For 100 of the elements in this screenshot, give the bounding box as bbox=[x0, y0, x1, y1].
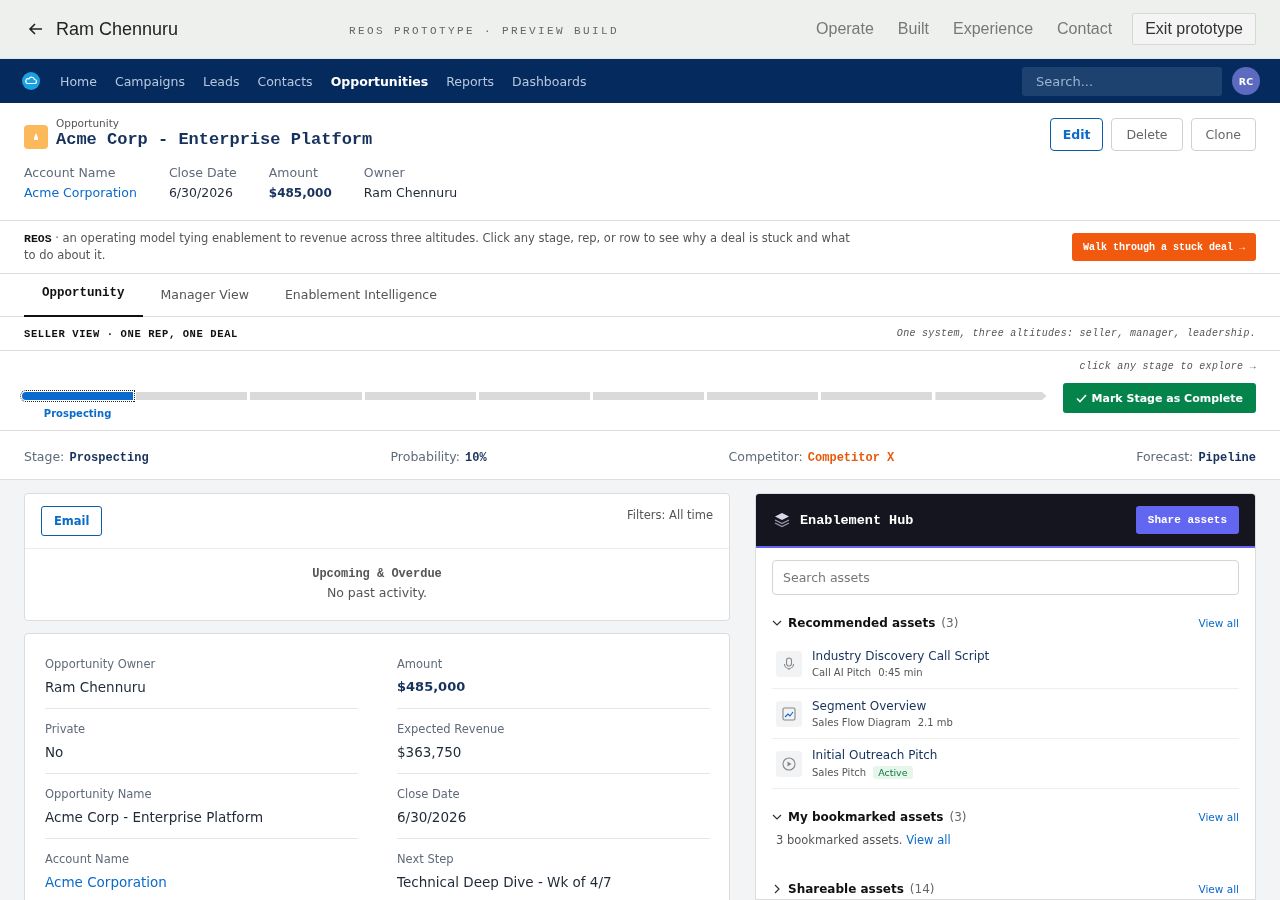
field-value: No bbox=[45, 744, 65, 760]
view-tab[interactable]: Opportunity bbox=[24, 274, 143, 317]
field-label: Account Name bbox=[24, 165, 117, 180]
field-value: $485,000 bbox=[397, 679, 467, 694]
record-type: Opportunity bbox=[56, 117, 120, 129]
summary-label: Probability: bbox=[390, 448, 460, 464]
share-assets-button[interactable]: Share assets bbox=[1135, 506, 1239, 534]
cloud-logo-icon[interactable] bbox=[22, 72, 40, 90]
walkthrough-button[interactable]: Walk through a stuck deal → bbox=[1071, 233, 1256, 261]
bookmark-note: 3 bookmarked assets. bbox=[776, 833, 903, 847]
chevron-icon[interactable] bbox=[772, 618, 782, 628]
filter-label[interactable]: Filters: All time bbox=[627, 508, 713, 522]
field-label: Opportunity Owner bbox=[45, 657, 157, 671]
top-link[interactable]: Contact bbox=[1057, 20, 1113, 38]
stage-segment[interactable] bbox=[478, 392, 590, 400]
opportunity-icon bbox=[24, 125, 48, 149]
summary-value: Prospecting bbox=[69, 450, 149, 465]
asset-meta: 2.1 mb bbox=[917, 717, 953, 728]
field-value: Acme Corp - Enterprise Platform bbox=[45, 809, 265, 825]
chevron-icon[interactable] bbox=[772, 884, 782, 894]
asset-title[interactable]: Industry Discovery Call Script bbox=[812, 649, 990, 663]
field-label: Amount bbox=[268, 165, 319, 180]
stage-hint: click any stage to explore → bbox=[1078, 361, 1256, 374]
nav-item[interactable]: Campaigns bbox=[105, 73, 194, 89]
nav-item[interactable]: Dashboards bbox=[503, 73, 596, 89]
field-label: Next Step bbox=[397, 852, 455, 866]
nav-item[interactable]: Contacts bbox=[248, 73, 322, 89]
stage-segment[interactable] bbox=[592, 392, 705, 400]
asset-title[interactable]: Initial Outreach Pitch bbox=[812, 748, 938, 762]
view-all-link[interactable]: View all bbox=[1198, 883, 1239, 895]
field-label: Private bbox=[45, 722, 87, 736]
empty-message: No past activity. bbox=[325, 585, 429, 600]
view-all-link[interactable]: View all bbox=[1198, 811, 1239, 823]
summary-label: Forecast: bbox=[1136, 448, 1194, 464]
summary-label: Stage: bbox=[24, 448, 65, 464]
stage-segment[interactable] bbox=[707, 392, 819, 400]
record-action-button[interactable]: Edit bbox=[1049, 118, 1104, 151]
top-link[interactable]: Built bbox=[897, 20, 929, 38]
field-value: 6/30/2026 bbox=[168, 185, 234, 200]
email-button[interactable]: Email bbox=[41, 506, 103, 536]
field-label: Close Date bbox=[168, 165, 237, 180]
asset-type: Sales Pitch bbox=[812, 767, 867, 778]
field-label: Expected Revenue bbox=[397, 722, 506, 736]
chart-icon bbox=[780, 704, 798, 723]
view-tab[interactable]: Manager View bbox=[142, 274, 267, 317]
section-count: (3) bbox=[949, 810, 967, 824]
stage-segment[interactable] bbox=[821, 392, 933, 400]
view-title: SELLER VIEW · ONE REP, ONE DEAL bbox=[24, 327, 238, 340]
record-action-button[interactable]: Delete bbox=[1111, 118, 1183, 151]
nav-item[interactable]: Reports bbox=[437, 73, 504, 89]
field-label: Opportunity Name bbox=[45, 787, 153, 801]
section-title[interactable]: Recommended assets bbox=[788, 616, 936, 630]
view-all-link[interactable]: View all bbox=[1198, 617, 1239, 629]
field-value: 6/30/2026 bbox=[397, 809, 468, 825]
exit-prototype-button[interactable]: Exit prototype bbox=[1132, 13, 1256, 45]
intro-text: REOS · an operating model tying enablement to revenue across three altitudes. Click any stage, rep, or row to see why a deal is stuck and what to do about it. bbox=[24, 230, 851, 264]
field-link[interactable]: Acme Corporation bbox=[45, 874, 358, 890]
record-title: Acme Corp - Enterprise Platform bbox=[56, 130, 373, 149]
build-label: REOS PROTOTYPE · PREVIEW BUILD bbox=[349, 25, 621, 37]
view-tab[interactable]: Enablement Intelligence bbox=[266, 274, 455, 317]
field-value: Ram Chennuru bbox=[363, 185, 458, 200]
summary-value: Pipeline bbox=[1198, 450, 1256, 465]
record-action-button[interactable]: Clone bbox=[1190, 118, 1256, 151]
section-heading: Upcoming & Overdue bbox=[311, 567, 443, 581]
stage-label: Prospecting bbox=[42, 408, 113, 419]
top-link[interactable]: Experience bbox=[953, 20, 1034, 38]
field-label: Close Date bbox=[397, 787, 461, 801]
user-avatar[interactable]: RC bbox=[1232, 67, 1260, 95]
top-link[interactable]: Operate bbox=[816, 20, 874, 38]
check-icon bbox=[1075, 393, 1087, 403]
stage-segment[interactable] bbox=[22, 392, 134, 400]
stage-segment[interactable] bbox=[136, 392, 248, 400]
stage-segment[interactable] bbox=[364, 392, 476, 400]
field-link[interactable]: Acme Corporation bbox=[24, 185, 137, 200]
play-icon bbox=[780, 754, 798, 773]
summary-value: Competitor X bbox=[807, 450, 895, 465]
stage-segment[interactable] bbox=[250, 392, 362, 400]
section-title[interactable]: Shareable assets bbox=[788, 882, 904, 896]
user-name: Ram Chennuru bbox=[56, 18, 179, 40]
stage-segment[interactable] bbox=[935, 392, 1047, 400]
field-value: Technical Deep Dive - Wk of 4/7 bbox=[397, 874, 613, 890]
nav-item[interactable]: Opportunities bbox=[321, 73, 438, 89]
section-count: (3) bbox=[941, 616, 959, 630]
chevron-icon[interactable] bbox=[772, 812, 782, 822]
mark-complete-button[interactable]: Mark Stage as Complete bbox=[1062, 383, 1256, 413]
nav-item[interactable]: Leads bbox=[193, 73, 249, 89]
layers-icon bbox=[774, 512, 790, 528]
field-label: Amount bbox=[397, 657, 444, 671]
search-field[interactable]: Search... bbox=[1022, 66, 1222, 96]
back-icon[interactable] bbox=[28, 21, 44, 37]
summary-label: Competitor: bbox=[728, 448, 803, 464]
search-field[interactable]: Search assets bbox=[772, 560, 1239, 595]
asset-title[interactable]: Segment Overview bbox=[812, 699, 953, 713]
view-tagline: One system, three altitudes: seller, manager, leadership. bbox=[896, 328, 1256, 339]
view-all-link[interactable]: View all bbox=[906, 833, 951, 847]
section-title[interactable]: My bookmarked assets bbox=[788, 810, 944, 824]
status-badge: Active bbox=[873, 766, 913, 779]
nav-item[interactable]: Home bbox=[51, 73, 106, 89]
asset-type: Call AI Pitch bbox=[812, 667, 872, 678]
asset-meta: 0:45 min bbox=[878, 667, 923, 678]
